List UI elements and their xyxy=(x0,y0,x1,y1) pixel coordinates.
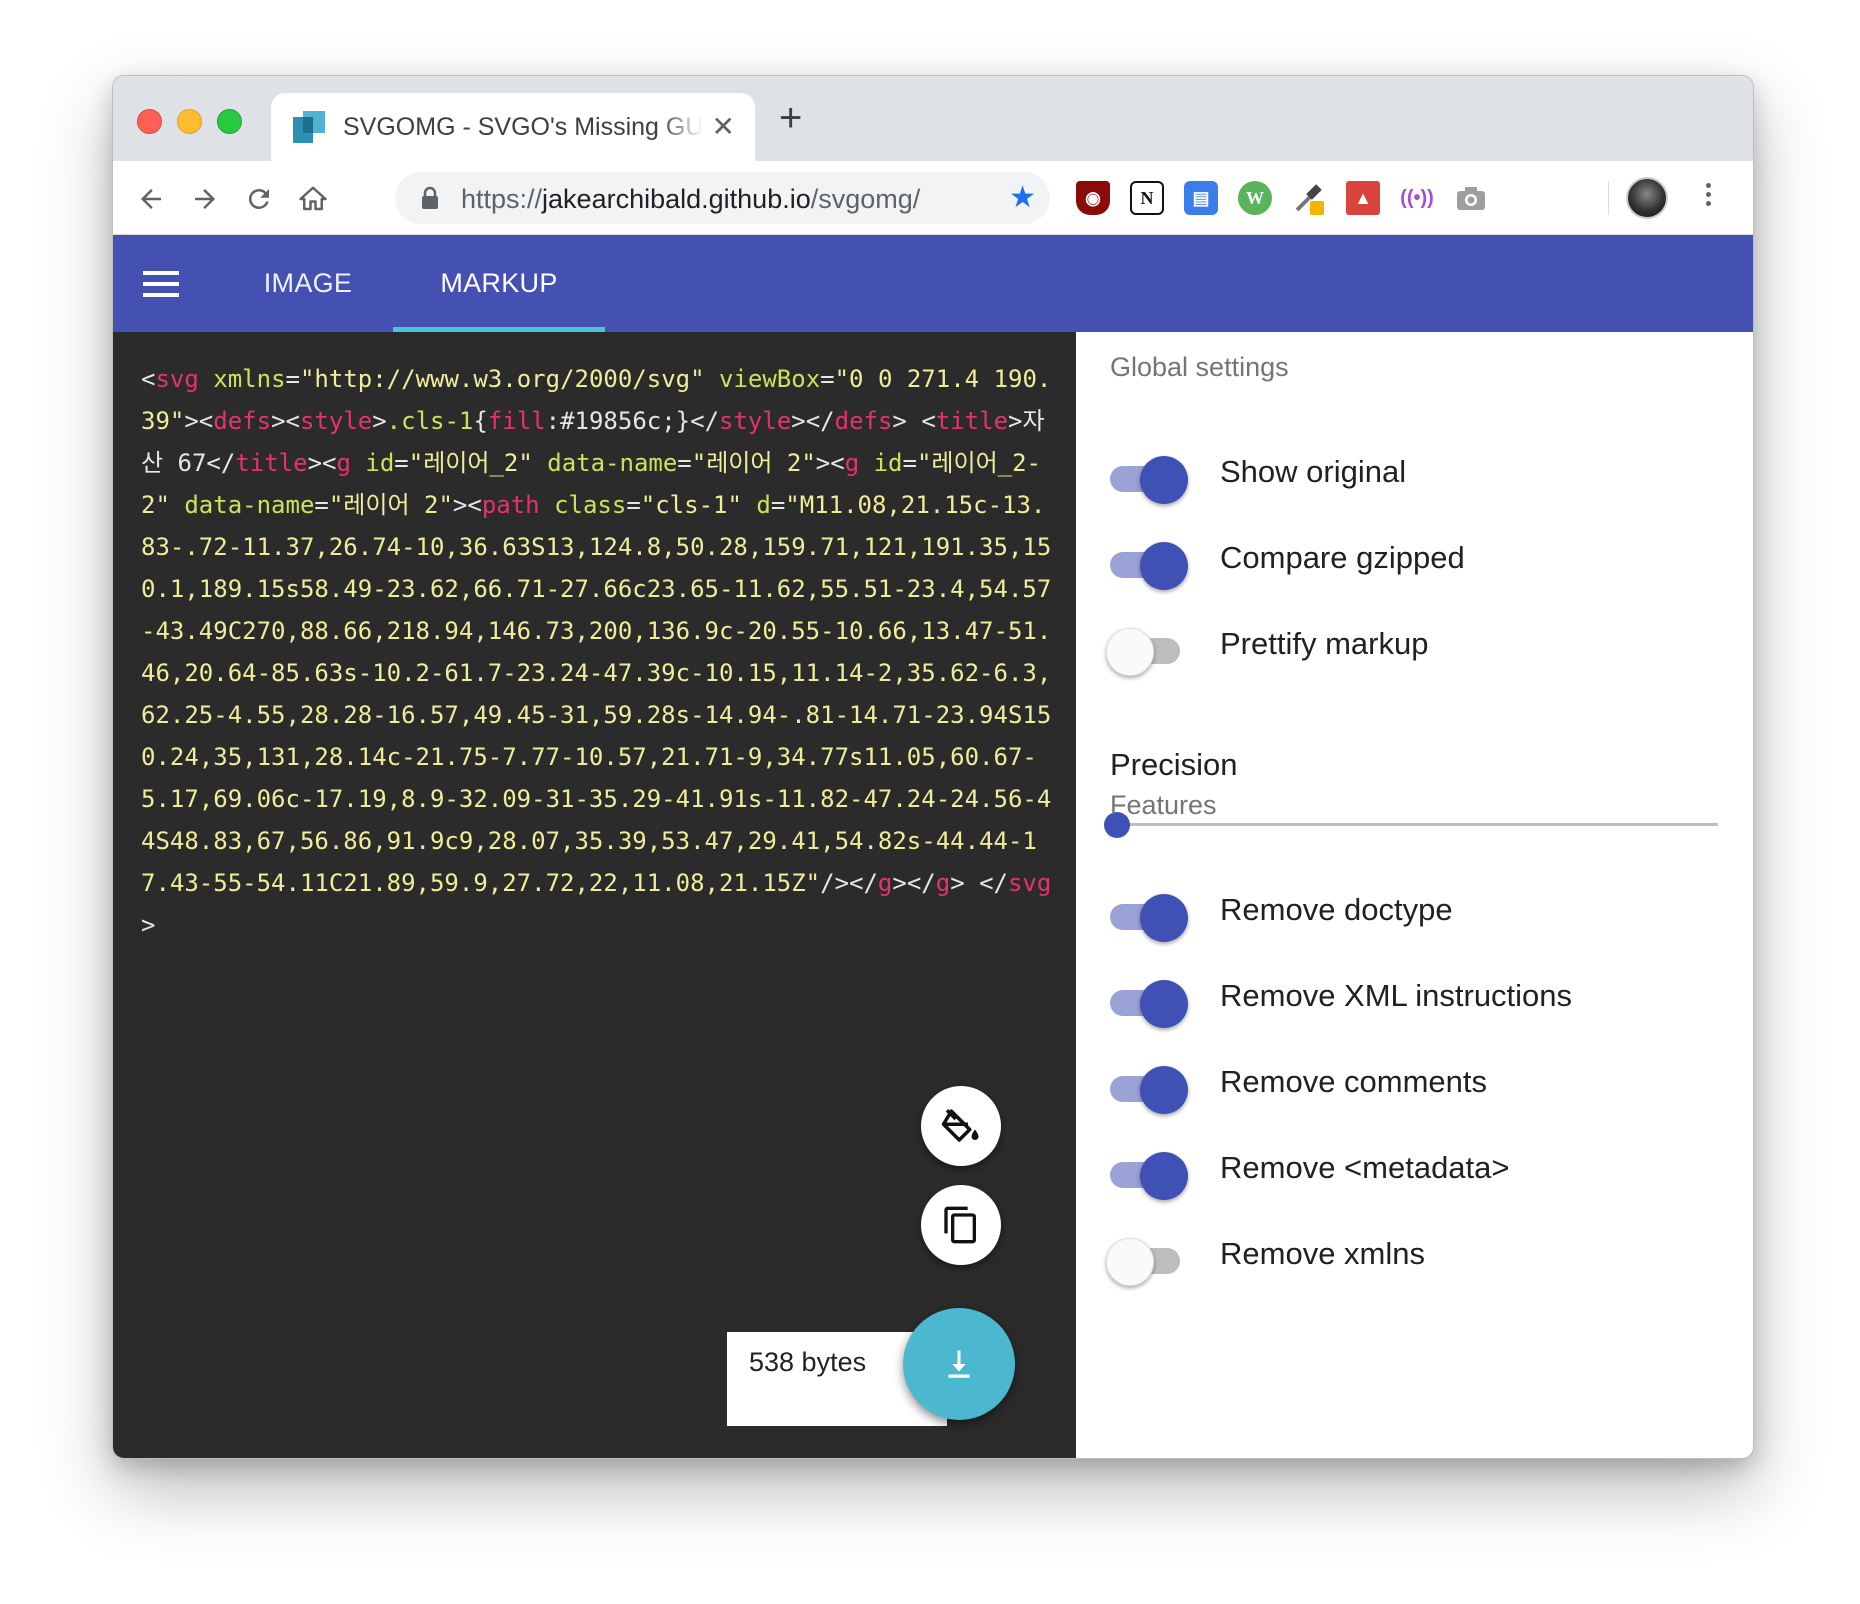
setting-label: Remove comments xyxy=(1220,1064,1488,1099)
remove-comments-toggle[interactable] xyxy=(1108,1064,1188,1114)
setting-label: Remove <metadata> xyxy=(1220,1150,1510,1185)
arrow-right-icon xyxy=(195,189,215,209)
setting-remove-metadata[interactable]: Remove <metadata> xyxy=(1108,1140,1728,1200)
url-scheme: https:// xyxy=(461,184,543,214)
browser-menu-icon[interactable] xyxy=(1703,179,1713,219)
eyedropper-extension-icon[interactable] xyxy=(1292,181,1326,215)
browser-window: SVGOMG - SVGO's Missing GUI ✕ + https://… xyxy=(112,75,1754,1459)
reload-button[interactable] xyxy=(239,179,279,219)
global-settings-heading: Global settings xyxy=(1110,352,1289,382)
setting-remove-xmlns[interactable]: Remove xmlns xyxy=(1106,1226,1728,1286)
setting-show-original[interactable]: Show original xyxy=(1108,444,1728,504)
close-window-button[interactable] xyxy=(137,109,162,134)
copy-button[interactable] xyxy=(921,1185,1001,1265)
precision-label: Precision xyxy=(1110,747,1238,782)
copy-icon xyxy=(944,1206,976,1244)
url-host: jakearchibald.github.io xyxy=(542,184,811,214)
remove-metadata-toggle[interactable] xyxy=(1108,1150,1188,1200)
arrow-left-icon xyxy=(141,189,161,209)
browser-tab[interactable]: SVGOMG - SVGO's Missing GUI ✕ xyxy=(271,93,755,161)
app-bar: IMAGE MARKUP xyxy=(113,235,1753,332)
download-button[interactable] xyxy=(903,1308,1015,1420)
svgomg-favicon-icon xyxy=(293,111,325,143)
settings-panel: Global settings Show original Compare gz… xyxy=(1076,332,1753,1458)
compare-gzipped-toggle[interactable] xyxy=(1108,540,1188,590)
setting-label: Remove xmlns xyxy=(1220,1236,1425,1271)
maximize-window-button[interactable] xyxy=(217,109,242,134)
close-tab-icon[interactable]: ✕ xyxy=(712,113,735,141)
back-button[interactable] xyxy=(131,179,171,219)
bookmark-star-icon[interactable]: ★ xyxy=(1009,182,1036,214)
slider-rail xyxy=(1116,823,1718,826)
forward-button[interactable] xyxy=(185,179,225,219)
reader-extension-icon[interactable]: ▤ xyxy=(1184,181,1218,215)
show-original-toggle[interactable] xyxy=(1108,454,1188,504)
home-icon xyxy=(299,186,327,211)
setting-remove-doctype[interactable]: Remove doctype xyxy=(1108,882,1728,942)
profile-avatar[interactable] xyxy=(1626,177,1668,219)
ublock-extension-icon[interactable]: ◉ xyxy=(1076,181,1110,215)
setting-remove-comments[interactable]: Remove comments xyxy=(1108,1054,1728,1114)
notion-extension-icon[interactable]: N xyxy=(1130,181,1164,215)
download-icon xyxy=(948,1350,970,1378)
setting-label: Show original xyxy=(1220,454,1407,489)
home-button[interactable] xyxy=(293,179,333,219)
setting-label: Remove doctype xyxy=(1220,892,1453,927)
tab-title: SVGOMG - SVGO's Missing GUI xyxy=(343,112,703,141)
tab-image[interactable]: IMAGE xyxy=(233,235,383,332)
paint-bucket-button[interactable] xyxy=(921,1086,1001,1166)
browser-toolbar: https://jakearchibald.github.io/svgomg/ … xyxy=(113,161,1753,235)
url-text: https://jakearchibald.github.io/svgomg/ xyxy=(461,184,920,215)
new-tab-button[interactable]: + xyxy=(779,98,802,138)
broadcast-extension-icon[interactable]: ((•)) xyxy=(1400,181,1434,215)
prettify-markup-toggle[interactable] xyxy=(1106,626,1184,676)
pdf-extension-icon[interactable]: ▲ xyxy=(1346,181,1380,215)
wordpress-extension-icon[interactable]: W xyxy=(1238,181,1272,215)
minimize-window-button[interactable] xyxy=(177,109,202,134)
setting-label: Prettify markup xyxy=(1220,626,1429,661)
setting-label: Compare gzipped xyxy=(1220,540,1465,575)
svg-markup-code[interactable]: <svg xmlns="http://www.w3.org/2000/svg" … xyxy=(141,358,1056,946)
lock-icon xyxy=(422,186,438,209)
camera-icon xyxy=(1457,187,1485,210)
remove-doctype-toggle[interactable] xyxy=(1108,892,1188,942)
hamburger-menu-icon[interactable] xyxy=(143,271,179,297)
address-bar[interactable]: https://jakearchibald.github.io/svgomg/ … xyxy=(395,172,1050,224)
remove-xml-instructions-toggle[interactable] xyxy=(1108,978,1188,1028)
setting-label: Remove XML instructions xyxy=(1220,978,1573,1013)
tab-markup[interactable]: MARKUP xyxy=(393,235,605,332)
toolbar-separator xyxy=(1608,181,1609,215)
remove-xmlns-toggle[interactable] xyxy=(1106,1236,1184,1286)
camera-extension-icon[interactable] xyxy=(1454,181,1488,215)
setting-remove-xml-instructions[interactable]: Remove XML instructions xyxy=(1108,968,1728,1028)
markup-panel: <svg xmlns="http://www.w3.org/2000/svg" … xyxy=(113,332,1076,1458)
setting-prettify-markup[interactable]: Prettify markup xyxy=(1106,616,1728,676)
setting-compare-gzipped[interactable]: Compare gzipped xyxy=(1108,530,1728,590)
tab-strip: SVGOMG - SVGO's Missing GUI ✕ + xyxy=(113,76,1753,161)
features-heading: Features xyxy=(1110,790,1217,820)
reload-icon xyxy=(248,188,269,209)
url-path: /svgomg/ xyxy=(810,184,921,214)
paint-bucket-icon xyxy=(941,1109,979,1142)
eyedropper-icon xyxy=(1295,184,1324,215)
output-size-label: 538 bytes xyxy=(749,1347,867,1377)
